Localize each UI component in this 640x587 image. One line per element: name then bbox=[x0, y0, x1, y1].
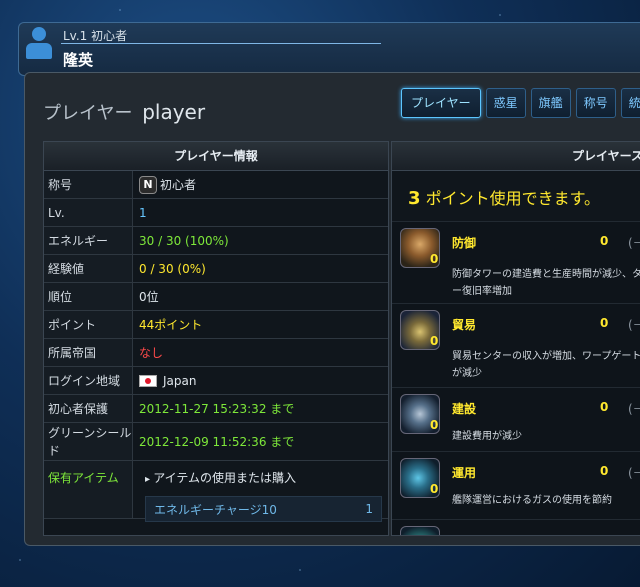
available-points-text: ポイント使用できます。 bbox=[425, 189, 601, 208]
skill-defense: 0 防御 0 (－ 防御タワーの建造費と生産時間が減少、タワー復旧率増加 bbox=[392, 221, 640, 303]
available-points: 3 bbox=[408, 188, 421, 209]
skill-next bbox=[392, 519, 640, 535]
info-row-login-region: ログイン地域 Japan bbox=[44, 367, 388, 395]
info-label: 保有アイテム bbox=[44, 461, 133, 518]
info-value: なし bbox=[139, 346, 164, 360]
skill-adjust-control[interactable]: (－ bbox=[628, 400, 640, 417]
info-row-level: Lv. 1 bbox=[44, 199, 388, 227]
title-player-name: player bbox=[142, 100, 206, 124]
skill-points: 0 bbox=[600, 464, 609, 478]
info-row-items: 保有アイテム アイテムの使用または購入 エネルギーチャージ10 1 bbox=[44, 461, 388, 522]
info-row-novice-protection: 初心者保護 2012-11-27 15:23:32 まで bbox=[44, 395, 388, 423]
skill-name: 建設 bbox=[452, 402, 477, 416]
info-row-title: 称号 N 初心者 bbox=[44, 171, 388, 199]
info-value: 2012-12-09 11:52:36 まで bbox=[139, 435, 295, 449]
skill-points: 0 bbox=[600, 234, 609, 248]
info-label: ログイン地域 bbox=[44, 367, 133, 394]
info-label: グリーンシールド bbox=[44, 423, 133, 460]
skill-level: 0 bbox=[430, 252, 439, 266]
skill-adjust-control[interactable]: (－ bbox=[628, 316, 640, 333]
info-label: 初心者保護 bbox=[44, 395, 133, 422]
info-label: 順位 bbox=[44, 283, 133, 310]
info-value: 30 / 30 (100%) bbox=[139, 233, 229, 248]
player-name: 隆英 bbox=[63, 51, 94, 69]
player-skills-panel: プレイヤース 3 ポイント使用できます。 0 防御 0 (－ 防御タワーの建造費… bbox=[391, 141, 640, 536]
page-title: プレイヤー player bbox=[43, 99, 205, 125]
info-row-experience: 経験値 0 / 30 (0%) bbox=[44, 255, 388, 283]
novice-rank-icon: N bbox=[139, 175, 157, 194]
skill-points: 0 bbox=[600, 316, 609, 330]
skill-construction: 0 建設 0 (－ 建設費用が減少 bbox=[392, 387, 640, 451]
skill-name: 運用 bbox=[452, 466, 477, 480]
panel-tabs: プレイヤー 惑星 旗艦 称号 統計 bbox=[401, 88, 640, 118]
title-prefix: プレイヤー bbox=[43, 103, 133, 124]
skill-operation: 0 運用 0 (－ 艦隊運営におけるガスの使用を節約 bbox=[392, 451, 640, 519]
info-row-empire: 所属帝国 なし bbox=[44, 339, 388, 367]
items-cell: アイテムの使用または購入 エネルギーチャージ10 1 bbox=[133, 461, 388, 522]
info-value: N 初心者 bbox=[133, 171, 388, 198]
skill-trade: 0 貿易 0 (－ 貿易センターの収入が増加、ワープゲート料が減少 bbox=[392, 303, 640, 387]
skill-description: 艦隊運営におけるガスの使用を節約 bbox=[452, 495, 612, 506]
info-label: 経験値 bbox=[44, 255, 133, 282]
info-row-rank: 順位 0位 bbox=[44, 283, 388, 311]
info-label: Lv. bbox=[44, 199, 133, 226]
skill-adjust-control[interactable]: (－ bbox=[628, 234, 640, 251]
region-value: Japan bbox=[163, 373, 197, 388]
skill-description: 貿易センターの収入が増加、ワープゲート料が減少 bbox=[452, 351, 640, 379]
player-info-table: プレイヤー情報 称号 N 初心者 Lv. 1 エネルギー 30 / 30 (10… bbox=[43, 141, 389, 536]
skill-description: 建設費用が減少 bbox=[452, 431, 522, 442]
avatar-icon[interactable] bbox=[24, 27, 54, 61]
info-label: ポイント bbox=[44, 311, 133, 338]
info-label: 称号 bbox=[44, 171, 133, 198]
skill-name: 貿易 bbox=[452, 318, 477, 332]
item-count: 1 bbox=[365, 502, 373, 516]
skill-points: 0 bbox=[600, 400, 609, 414]
info-value: 2012-11-27 15:23:32 まで bbox=[139, 402, 295, 416]
info-row-points: ポイント 44ポイント bbox=[44, 311, 388, 339]
skill-description: 防御タワーの建造費と生産時間が減少、タワー復旧率増加 bbox=[452, 269, 640, 297]
info-value: 0 / 30 (0%) bbox=[139, 261, 206, 276]
player-header: Lv.1 初心者 隆英 bbox=[18, 22, 640, 76]
tab-flagship[interactable]: 旗艦 bbox=[530, 88, 571, 118]
player-info-heading: プレイヤー情報 bbox=[44, 142, 388, 171]
skill-name: 防御 bbox=[452, 236, 477, 250]
info-label: 所属帝国 bbox=[44, 339, 133, 366]
info-row-energy: エネルギー 30 / 30 (100%) bbox=[44, 227, 388, 255]
title-value: 初心者 bbox=[160, 178, 197, 192]
japan-flag-icon bbox=[139, 374, 157, 387]
player-level: Lv.1 初心者 bbox=[63, 29, 128, 43]
item-energy-charge[interactable]: エネルギーチャージ10 1 bbox=[145, 496, 382, 522]
tab-planet[interactable]: 惑星 bbox=[485, 88, 526, 118]
tab-statistics[interactable]: 統計 bbox=[620, 88, 640, 118]
info-value: 1 bbox=[139, 205, 147, 220]
tab-title[interactable]: 称号 bbox=[575, 88, 616, 118]
next-skill-icon[interactable] bbox=[400, 526, 440, 535]
info-label: エネルギー bbox=[44, 227, 133, 254]
tab-player[interactable]: プレイヤー bbox=[401, 88, 481, 118]
use-or-buy-items-link[interactable]: アイテムの使用または購入 bbox=[145, 469, 388, 486]
info-value: 0位 bbox=[139, 290, 159, 304]
info-value: 44ポイント bbox=[139, 318, 203, 332]
info-value: Japan bbox=[133, 367, 388, 394]
skill-points-message: 3 ポイント使用できます。 bbox=[392, 171, 640, 221]
item-name: エネルギーチャージ10 bbox=[154, 502, 277, 517]
info-row-green-shield: グリーンシールド 2012-12-09 11:52:36 まで bbox=[44, 423, 388, 461]
skill-adjust-control[interactable]: (－ bbox=[628, 464, 640, 481]
player-panel: プレイヤー player プレイヤー 惑星 旗艦 称号 統計 プレイヤー情報 称… bbox=[24, 72, 640, 546]
skill-level: 0 bbox=[430, 334, 439, 348]
skills-heading: プレイヤース bbox=[392, 142, 640, 171]
skill-level: 0 bbox=[430, 418, 439, 432]
header-divider bbox=[61, 43, 381, 44]
skill-level: 0 bbox=[430, 482, 439, 496]
